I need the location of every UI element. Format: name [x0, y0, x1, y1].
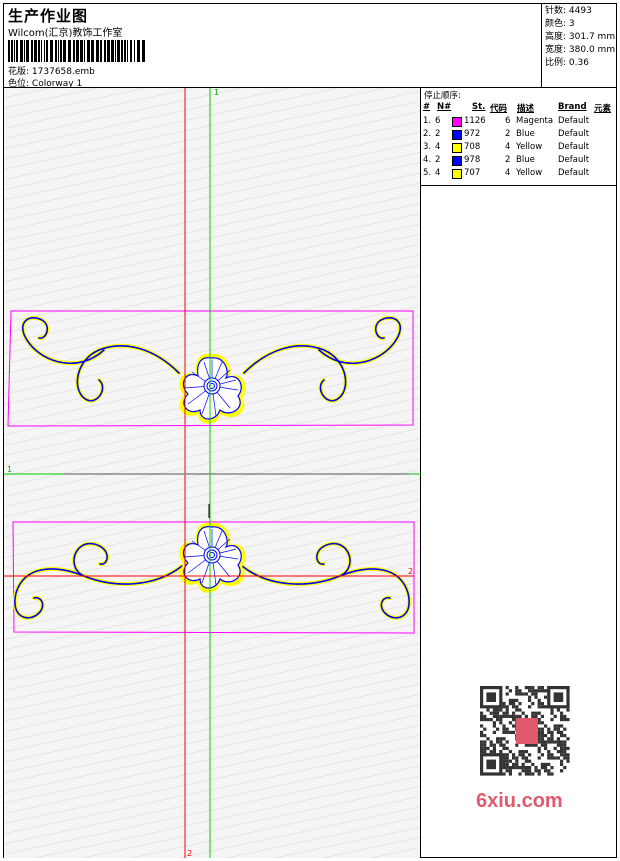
stitches-row: 针数: 4493: [545, 5, 617, 18]
cell-needle: 2: [435, 155, 441, 165]
colors-value: 3: [568, 19, 575, 29]
color-swatch: [452, 143, 462, 153]
cell-index: 1.: [423, 116, 432, 126]
col-header-stitches: St.: [472, 102, 486, 112]
stitches-label: 针数:: [545, 6, 567, 16]
cell-desc: Blue: [516, 129, 535, 139]
cell-desc: Magenta: [516, 116, 554, 126]
cell-stitches: 1126: [464, 116, 486, 126]
cell-stitches: 978: [464, 155, 481, 165]
cell-index: 4.: [423, 155, 432, 165]
cell-stitches: 708: [464, 142, 481, 152]
cell-needle: 4: [435, 168, 441, 178]
colors-label: 颜色:: [545, 19, 567, 29]
cell-code: 2: [505, 155, 511, 165]
col-header-code: 代码: [490, 104, 508, 114]
color-swatch: [452, 156, 462, 166]
table-row: 1. 6 1126 6 Magenta Default: [421, 115, 617, 128]
cell-index: 2.: [423, 129, 432, 139]
guide-label-top: 1: [214, 88, 219, 97]
cell-stitches: 707: [464, 168, 481, 178]
company-name: Wilcom(汇京)教饰工作室: [8, 28, 123, 39]
col-header-element: 元素: [594, 104, 612, 114]
width-row: 宽度: 380.0 mm: [545, 44, 617, 57]
cell-index: 3.: [423, 142, 432, 152]
cell-code: 6: [505, 116, 511, 126]
site-logo-watermark: 6xiu.com: [476, 790, 563, 812]
col-header-brand: Brand: [558, 102, 587, 112]
page-title: 生产作业图: [8, 7, 89, 25]
stop-sequence-panel: 停止顺序: # N# St. 代码 描述 Brand 元素 1. 6 1126 6 Ma…: [421, 88, 617, 186]
col-header-index: #: [423, 102, 431, 112]
header: 生产作业图 Wilcom(汇京)教饰工作室 花版: 1737658.emb 色位…: [3, 3, 542, 89]
scale-row: 比例: 0.36: [545, 57, 617, 70]
col-header-needle: N#: [437, 102, 452, 112]
width-value: 380.0 mm: [568, 45, 616, 55]
guide-label-left: 1: [7, 465, 12, 474]
cell-code: 4: [505, 142, 511, 152]
design-drawing: 1 1 2 2: [4, 88, 421, 858]
guide-label-bottom: 2: [187, 849, 192, 858]
stop-sequence-title: 停止顺序:: [424, 91, 461, 101]
bottom-motif: [12, 521, 415, 634]
cell-code: 2: [505, 129, 511, 139]
cell-brand: Default: [558, 142, 590, 152]
qr-code-watermark: [470, 680, 582, 780]
cell-stitches: 972: [464, 129, 481, 139]
table-row: 4. 2 978 2 Blue Default: [421, 154, 617, 167]
cell-needle: 6: [435, 116, 441, 126]
guide-label-right: 2: [408, 567, 413, 576]
barcode: [8, 40, 145, 62]
cell-brand: Default: [558, 116, 590, 126]
height-row: 高度: 301.7 mm: [545, 31, 617, 44]
cell-desc: Yellow: [516, 168, 543, 178]
width-label: 宽度:: [545, 45, 567, 55]
stats-box: 针数: 4493 颜色: 3 高度: 301.7 mm 宽度: 380.0 mm…: [541, 3, 617, 88]
scale-label: 比例:: [545, 58, 567, 68]
cell-brand: Default: [558, 129, 590, 139]
height-label: 高度:: [545, 32, 567, 42]
stitches-value: 4493: [568, 6, 592, 16]
col-header-desc: 描述: [517, 104, 535, 114]
cell-code: 4: [505, 168, 511, 178]
cell-index: 5.: [423, 168, 432, 178]
table-row: 3. 4 708 4 Yellow Default: [421, 141, 617, 154]
scale-value: 0.36: [568, 58, 589, 68]
design-canvas: 1 1 2 2: [4, 88, 421, 858]
height-value: 301.7 mm: [568, 32, 616, 42]
color-swatch: [452, 117, 462, 127]
cell-brand: Default: [558, 155, 590, 165]
color-swatch: [452, 130, 462, 140]
cell-desc: Yellow: [516, 142, 543, 152]
color-swatch: [452, 169, 462, 179]
table-row: 2. 2 972 2 Blue Default: [421, 128, 617, 141]
table-row: 5. 4 707 4 Yellow Default: [421, 167, 617, 180]
colors-row: 颜色: 3: [545, 18, 617, 31]
cell-brand: Default: [558, 168, 590, 178]
cell-needle: 2: [435, 129, 441, 139]
cell-needle: 4: [435, 142, 441, 152]
cell-desc: Blue: [516, 155, 535, 165]
